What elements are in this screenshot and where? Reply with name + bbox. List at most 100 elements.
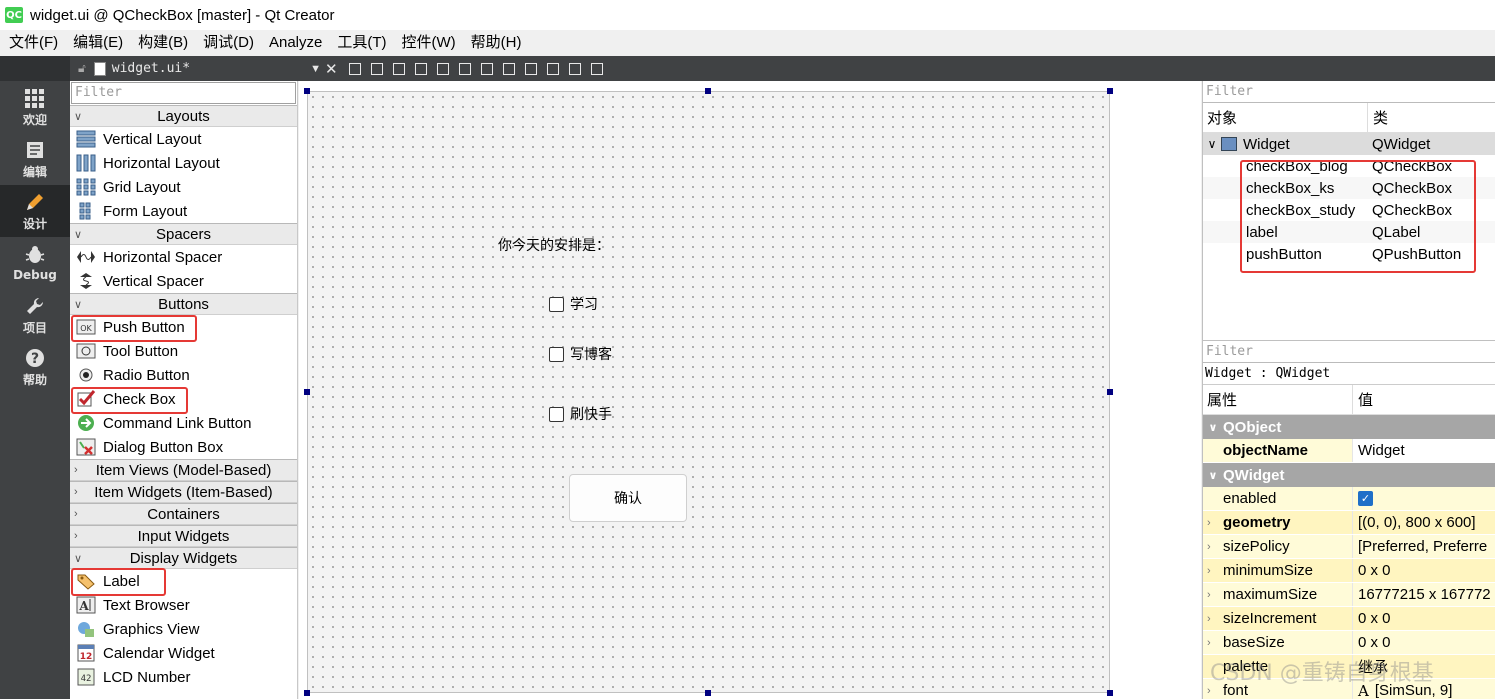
widget-command-link-button[interactable]: Command Link Button: [70, 411, 297, 435]
widget-lcd-number[interactable]: 42 LCD Number: [70, 665, 297, 689]
property-value[interactable]: [(0, 0), 800 x 600]: [1353, 511, 1495, 534]
widget-form-layout[interactable]: Form Layout: [70, 199, 297, 223]
widget-push-button[interactable]: OK Push Button: [70, 315, 297, 342]
property-font[interactable]: › font A [SimSun, 9]: [1203, 679, 1495, 699]
chevron-down-icon[interactable]: ∨: [1203, 421, 1223, 434]
document-dropdown-icon[interactable]: ▼: [310, 63, 321, 75]
category-layouts[interactable]: ∨ Layouts: [70, 105, 297, 127]
resize-handle-ml[interactable]: [304, 389, 310, 395]
layout-splitter-v-icon[interactable]: [502, 62, 515, 75]
column-property[interactable]: 属性: [1203, 385, 1353, 414]
chevron-right-icon[interactable]: ›: [1207, 637, 1223, 649]
object-row[interactable]: pushButton QPushButton: [1203, 243, 1495, 265]
category-input-widgets[interactable]: › Input Widgets: [70, 525, 297, 547]
widget-radio-button[interactable]: Radio Button: [70, 363, 297, 387]
edit-buddies-icon[interactable]: [392, 62, 405, 75]
property-value[interactable]: Widget: [1353, 439, 1495, 462]
resize-handle-tm[interactable]: [705, 88, 711, 94]
property-value[interactable]: 继承: [1353, 655, 1495, 678]
widget-label-item[interactable]: Label: [70, 568, 297, 596]
menu-build[interactable]: 构建(B): [133, 30, 193, 56]
resize-handle-tl[interactable]: [304, 88, 310, 94]
edit-tab-order-icon[interactable]: [414, 62, 427, 75]
group-qobject[interactable]: ∨ QObject: [1203, 415, 1495, 439]
category-display-widgets[interactable]: ∨ Display Widgets: [70, 547, 297, 569]
category-item-views[interactable]: › Item Views (Model-Based): [70, 459, 297, 481]
property-enabled[interactable]: enabled ✓: [1203, 487, 1495, 511]
chevron-right-icon[interactable]: ›: [1207, 589, 1223, 601]
menu-debug[interactable]: 调试(D): [198, 30, 259, 56]
chevron-right-icon[interactable]: ›: [1207, 613, 1223, 625]
menu-analyze[interactable]: Analyze: [264, 30, 327, 56]
mode-projects[interactable]: 项目: [0, 289, 70, 341]
chevron-right-icon[interactable]: ›: [1207, 541, 1223, 553]
widget-tool-button[interactable]: Tool Button: [70, 339, 297, 363]
enabled-checkbox[interactable]: ✓: [1358, 491, 1373, 506]
mode-design[interactable]: 设计: [0, 185, 70, 237]
layout-grid-icon[interactable]: [546, 62, 559, 75]
property-minimumsize[interactable]: › minimumSize 0 x 0: [1203, 559, 1495, 583]
group-qwidget[interactable]: ∨ QWidget: [1203, 463, 1495, 487]
checkbox-square[interactable]: [549, 296, 564, 312]
mode-welcome[interactable]: 欢迎: [0, 81, 70, 133]
resize-handle-mr[interactable]: [1107, 389, 1113, 395]
checkbox-square[interactable]: [549, 406, 564, 422]
widget-check-box[interactable]: Check Box: [70, 387, 297, 414]
menu-file[interactable]: 文件(F): [4, 30, 63, 56]
property-maximumsize[interactable]: › maximumSize 16777215 x 167772: [1203, 583, 1495, 607]
widget-horizontal-layout[interactable]: Horizontal Layout: [70, 151, 297, 175]
lock-icon[interactable]: 🔓︎: [78, 61, 86, 76]
column-class[interactable]: 类: [1368, 107, 1388, 128]
form-canvas[interactable]: 你今天的安排是： 学习 写博客 刷快手 确认: [307, 91, 1110, 693]
property-sizeincrement[interactable]: › sizeIncrement 0 x 0: [1203, 607, 1495, 631]
property-value[interactable]: 0 x 0: [1353, 607, 1495, 630]
form-checkbox-blog[interactable]: 写博客: [549, 344, 612, 364]
category-spacers[interactable]: ∨ Spacers: [70, 223, 297, 245]
category-item-widgets[interactable]: › Item Widgets (Item-Based): [70, 481, 297, 503]
widget-dialog-button-box[interactable]: Dialog Button Box: [70, 435, 297, 459]
widget-vertical-spacer[interactable]: Vertical Spacer: [70, 269, 297, 293]
object-row[interactable]: checkBox_ks QCheckBox: [1203, 177, 1495, 199]
column-object[interactable]: 对象: [1203, 103, 1368, 132]
property-palette[interactable]: palette 继承: [1203, 655, 1495, 679]
chevron-right-icon[interactable]: ›: [1207, 517, 1223, 529]
menu-help[interactable]: 帮助(H): [466, 30, 527, 56]
layout-splitter-h-icon[interactable]: [480, 62, 493, 75]
object-row[interactable]: checkBox_blog QCheckBox: [1203, 155, 1495, 177]
resize-handle-bm[interactable]: [705, 690, 711, 696]
chevron-down-icon[interactable]: ∨: [1203, 137, 1221, 151]
object-row-root[interactable]: ∨ Widget QWidget: [1203, 133, 1495, 155]
object-filter-input[interactable]: Filter: [1203, 81, 1495, 103]
menu-tools[interactable]: 工具(T): [332, 30, 391, 56]
object-row[interactable]: label QLabel: [1203, 221, 1495, 243]
widget-grid-layout[interactable]: Grid Layout: [70, 175, 297, 199]
resize-handle-bl[interactable]: [304, 690, 310, 696]
column-value[interactable]: 值: [1353, 389, 1373, 410]
widget-horizontal-spacer[interactable]: Horizontal Spacer: [70, 245, 297, 269]
form-checkbox-ks[interactable]: 刷快手: [549, 404, 612, 424]
layout-vertical-icon[interactable]: [458, 62, 471, 75]
checkbox-square[interactable]: [549, 346, 564, 362]
resize-handle-tr[interactable]: [1107, 88, 1113, 94]
property-basesize[interactable]: › baseSize 0 x 0: [1203, 631, 1495, 655]
category-containers[interactable]: › Containers: [70, 503, 297, 525]
form-label[interactable]: 你今天的安排是：: [498, 235, 610, 255]
mode-edit[interactable]: 编辑: [0, 133, 70, 185]
adjust-size-icon[interactable]: [590, 62, 603, 75]
form-checkbox-study[interactable]: 学习: [549, 294, 598, 314]
chevron-right-icon[interactable]: ›: [1207, 685, 1223, 697]
widget-calendar[interactable]: 12 Calendar Widget: [70, 641, 297, 665]
layout-form-icon[interactable]: [524, 62, 537, 75]
object-row[interactable]: checkBox_study QCheckBox: [1203, 199, 1495, 221]
property-value[interactable]: 0 x 0: [1353, 631, 1495, 654]
widget-graphics-view[interactable]: Graphics View: [70, 617, 297, 641]
edit-signals-icon[interactable]: [370, 62, 383, 75]
form-confirm-button[interactable]: 确认: [569, 474, 687, 522]
property-value[interactable]: 16777215 x 167772: [1353, 583, 1495, 606]
category-buttons[interactable]: ∨ Buttons: [70, 293, 297, 315]
property-geometry[interactable]: › geometry [(0, 0), 800 x 600]: [1203, 511, 1495, 535]
chevron-down-icon[interactable]: ∨: [1203, 469, 1223, 482]
widget-filter-input[interactable]: Filter: [71, 82, 296, 104]
property-sizepolicy[interactable]: › sizePolicy [Preferred, Preferre: [1203, 535, 1495, 559]
menu-edit[interactable]: 编辑(E): [68, 30, 128, 56]
